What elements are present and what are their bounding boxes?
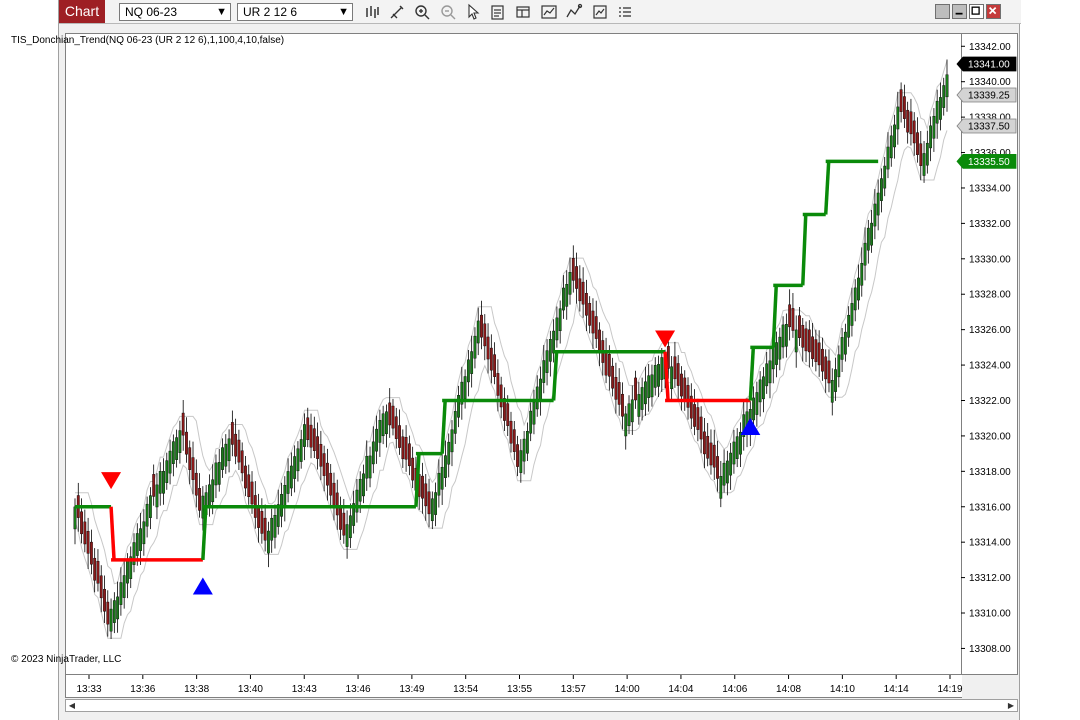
chart-toolbar: Chart NQ 06-23 ▼ UR 2 12 6 ▼: [59, 0, 1021, 24]
strategies-icon[interactable]: [565, 3, 583, 21]
indicators-icon[interactable]: [540, 3, 558, 21]
chart-tab[interactable]: Chart: [59, 0, 105, 23]
price-axis[interactable]: [962, 33, 1018, 675]
data-box-icon[interactable]: [489, 3, 507, 21]
drawing-tools-icon[interactable]: [388, 3, 406, 21]
more-icon[interactable]: [616, 3, 634, 21]
instrument-selector[interactable]: NQ 06-23 ▼: [119, 3, 231, 21]
bar-type-value: UR 2 12 6: [243, 5, 298, 19]
minimize-icon[interactable]: [952, 4, 967, 19]
chevron-down-icon: ▼: [338, 6, 349, 18]
scroll-left-icon[interactable]: ◀: [66, 700, 78, 711]
time-axis[interactable]: [65, 675, 962, 698]
bar-type-selector[interactable]: UR 2 12 6 ▼: [237, 3, 353, 21]
chart-window: Chart NQ 06-23 ▼ UR 2 12 6 ▼ ◀ ▶: [58, 0, 1021, 720]
horizontal-scrollbar[interactable]: ◀ ▶: [65, 699, 1018, 712]
pointer-icon[interactable]: [464, 3, 482, 21]
scroll-right-icon[interactable]: ▶: [1005, 700, 1017, 711]
plot-area[interactable]: [65, 33, 962, 675]
tile-icon[interactable]: [935, 4, 950, 19]
chevron-down-icon: ▼: [216, 6, 227, 18]
instrument-value: NQ 06-23: [125, 5, 178, 19]
maximize-icon[interactable]: [969, 4, 984, 19]
templates-icon[interactable]: [591, 3, 609, 21]
bar-style-icon[interactable]: [363, 3, 381, 21]
copyright-notice: © 2023 NinjaTrader, LLC: [11, 654, 122, 665]
zoom-in-icon[interactable]: [413, 3, 431, 21]
properties-icon[interactable]: [514, 3, 532, 21]
zoom-out-icon[interactable]: [439, 3, 457, 21]
close-icon[interactable]: [986, 4, 1001, 19]
indicator-label: TIS_Donchian_Trend(NQ 06-23 (UR 2 12 6),…: [11, 35, 285, 46]
